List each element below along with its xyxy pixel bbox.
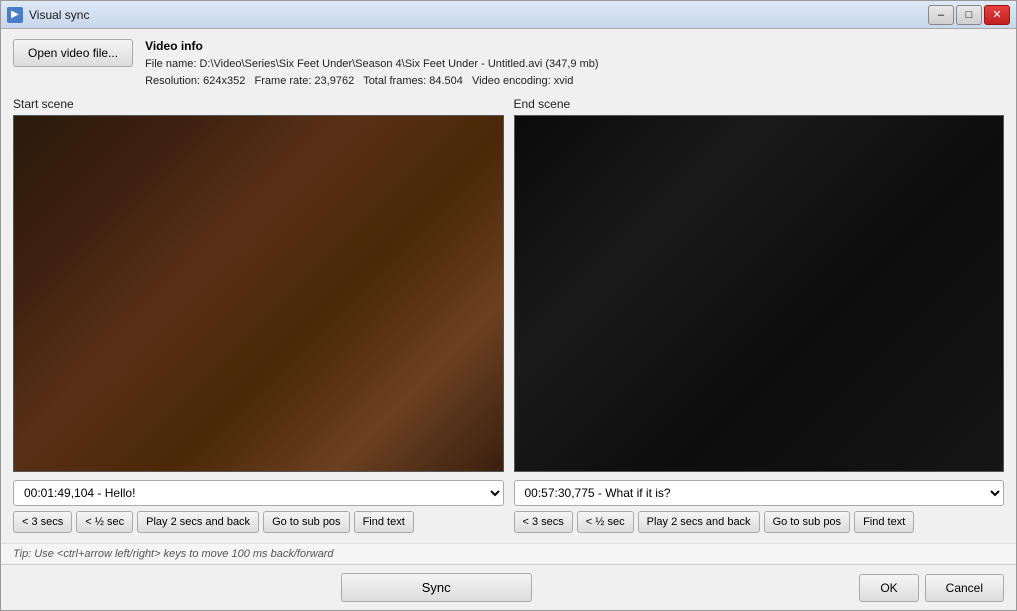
video-info-title: Video info	[145, 39, 1004, 53]
main-content: Open video file... Video info File name:…	[1, 29, 1016, 543]
maximize-button[interactable]: □	[956, 5, 982, 25]
app-icon: ▶	[7, 7, 23, 23]
video-panels: Start scene ◀◀ 🔊	[13, 97, 1004, 472]
end-subtitle-dropdown[interactable]: 00:57:30,775 - What if it is?	[514, 480, 1005, 506]
end-scene-video: ◀◀ 🔊 ▶▶ 00:57:21,200 / 00:5	[514, 115, 1005, 472]
top-section: Open video file... Video info File name:…	[13, 39, 1004, 89]
end-sub-panel: 00:57:30,775 - What if it is? < 3 secs <…	[514, 480, 1005, 533]
sync-button[interactable]: Sync	[341, 573, 532, 602]
video-info: Video info File name: D:\Video\Series\Si…	[145, 39, 1004, 89]
main-window: ▶ Visual sync – □ ✕ Open video file... V…	[0, 0, 1017, 611]
start-player-controls: ◀◀ 🔊 ▶▶ 00:01:41,211 / 00:5	[14, 471, 503, 472]
total-frames-info: Total frames: 84.504	[363, 75, 463, 87]
end-goto-button[interactable]: Go to sub pos	[764, 511, 851, 533]
tip-text: Tip: Use <ctrl+arrow left/right> keys to…	[13, 548, 334, 560]
start-scene-label: Start scene	[13, 97, 504, 111]
end-sub-buttons: < 3 secs < ½ sec Play 2 secs and back Go…	[514, 511, 1005, 533]
title-controls: – □ ✕	[928, 5, 1010, 25]
start-goto-button[interactable]: Go to sub pos	[263, 511, 350, 533]
end-halfsec-button[interactable]: < ½ sec	[577, 511, 634, 533]
title-bar: ▶ Visual sync – □ ✕	[1, 1, 1016, 29]
end-scene-panel: End scene ◀◀ 🔊	[514, 97, 1005, 472]
start-play2secs-button[interactable]: Play 2 secs and back	[137, 511, 259, 533]
end-3secs-button[interactable]: < 3 secs	[514, 511, 573, 533]
ok-cancel-buttons: OK Cancel	[859, 574, 1004, 602]
cancel-button[interactable]: Cancel	[925, 574, 1004, 602]
tip-bar: Tip: Use <ctrl+arrow left/right> keys to…	[1, 543, 1016, 564]
action-bar: Sync OK Cancel	[1, 564, 1016, 610]
end-player-controls: ◀◀ 🔊 ▶▶ 00:57:21,200 / 00:5	[515, 471, 1004, 472]
end-scene-label: End scene	[514, 97, 1005, 111]
start-3secs-button[interactable]: < 3 secs	[13, 511, 72, 533]
start-sub-buttons: < 3 secs < ½ sec Play 2 secs and back Go…	[13, 511, 504, 533]
open-video-button[interactable]: Open video file...	[13, 39, 133, 67]
ok-button[interactable]: OK	[859, 574, 918, 602]
start-scene-panel: Start scene ◀◀ 🔊	[13, 97, 504, 472]
window-title: Visual sync	[29, 8, 928, 22]
end-find-button[interactable]: Find text	[854, 511, 914, 533]
frame-rate-info: Frame rate: 23,9762	[255, 75, 355, 87]
end-play2secs-button[interactable]: Play 2 secs and back	[638, 511, 760, 533]
start-halfsec-button[interactable]: < ½ sec	[76, 511, 133, 533]
start-scene-video: ◀◀ 🔊 ▶▶ 00:01:41,211 / 00:5	[13, 115, 504, 472]
start-sub-panel: 00:01:49,104 - Hello! < 3 secs < ½ sec P…	[13, 480, 504, 533]
start-subtitle-dropdown[interactable]: 00:01:49,104 - Hello!	[13, 480, 504, 506]
start-find-button[interactable]: Find text	[354, 511, 414, 533]
encoding-info: Video encoding: xvid	[472, 75, 573, 87]
file-name-info: File name: D:\Video\Series\Six Feet Unde…	[145, 56, 1004, 73]
start-scene-frame[interactable]	[14, 116, 503, 471]
close-button[interactable]: ✕	[984, 5, 1010, 25]
minimize-button[interactable]: –	[928, 5, 954, 25]
end-scene-frame[interactable]	[515, 116, 1004, 471]
resolution-info: Resolution: 624x352	[145, 75, 245, 87]
video-details-info: Resolution: 624x352 Frame rate: 23,9762 …	[145, 73, 1004, 90]
subtitle-controls: 00:01:49,104 - Hello! < 3 secs < ½ sec P…	[13, 480, 1004, 533]
